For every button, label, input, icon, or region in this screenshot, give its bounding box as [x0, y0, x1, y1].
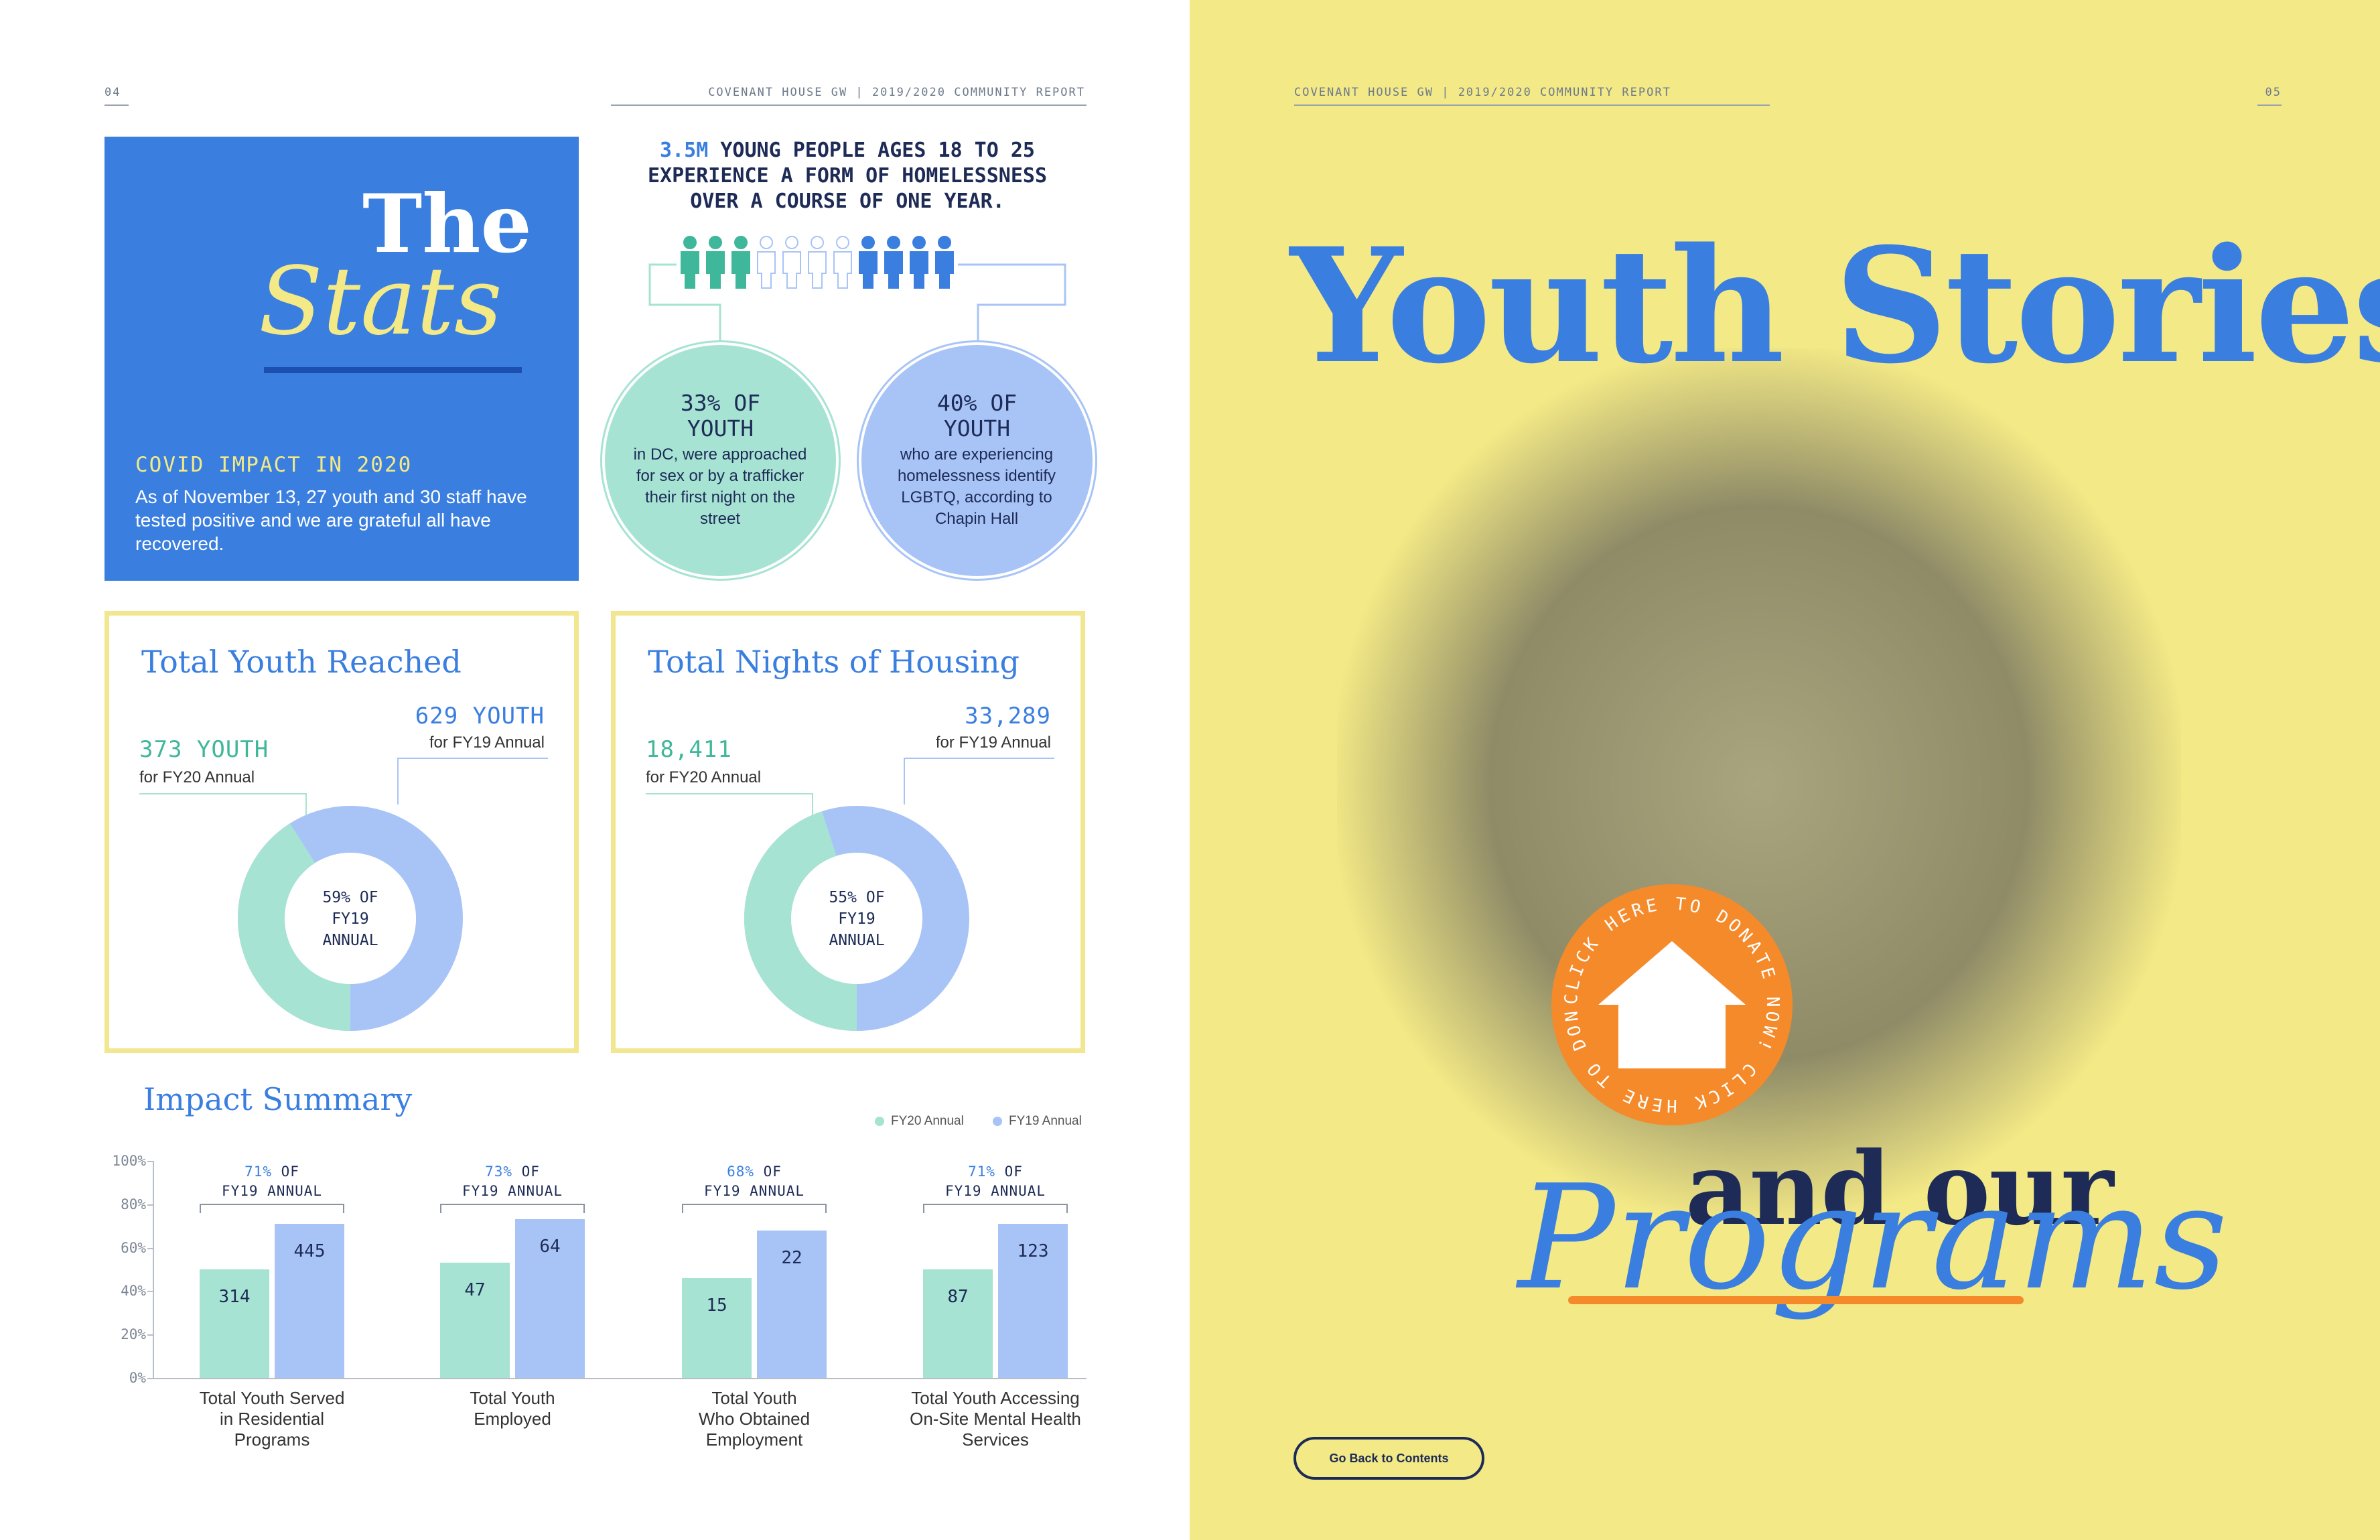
x-category-label: Total Youth Served in Residential Programs	[171, 1388, 372, 1450]
y-tick-mark	[147, 1247, 153, 1249]
x-category-line: Total Youth	[470, 1388, 555, 1408]
x-category-line: Services	[962, 1429, 1029, 1450]
y-axis-line	[153, 1161, 154, 1378]
x-category-line: Total Youth	[711, 1388, 797, 1408]
bracket-top	[682, 1204, 827, 1205]
y-tick-mark	[147, 1291, 153, 1293]
x-category-line: On-Site Mental Health	[910, 1409, 1081, 1429]
y-tick-mark	[147, 1334, 153, 1336]
y-tick-mark	[147, 1378, 153, 1379]
programs-underline	[1568, 1296, 2024, 1304]
y-tick-label: 40%	[121, 1283, 146, 1300]
bar-value-fy20: 87	[947, 1287, 969, 1307]
y-tick-label: 20%	[121, 1326, 146, 1343]
bar-value-fy19: 22	[781, 1247, 802, 1268]
bar-fy20	[923, 1269, 993, 1378]
x-category-line: Employed	[474, 1409, 551, 1429]
bar-fy20	[682, 1277, 752, 1378]
bracket-top	[923, 1204, 1068, 1205]
bracket-right	[583, 1204, 585, 1213]
running-head-right: COVENANT HOUSE GW | 2019/2020 COMMUNITY …	[1294, 86, 1671, 99]
bracket-left	[200, 1204, 201, 1213]
bar-pct-line2: FY19 ANNUAL	[944, 1183, 1046, 1199]
bar-pct-line2: FY19 ANNUAL	[703, 1183, 805, 1199]
x-category-line: Who Obtained	[698, 1409, 811, 1429]
bar-pct-label: 68% OF FY19 ANNUAL	[667, 1162, 841, 1201]
bar-pct-value: 68%	[727, 1164, 754, 1180]
right-page: COVENANT HOUSE GW | 2019/2020 COMMUNITY …	[1190, 0, 2380, 1540]
bar-pct-line1: 68% OF	[727, 1164, 782, 1180]
y-tick-mark	[147, 1204, 153, 1206]
bar-value-fy19: 64	[539, 1237, 561, 1257]
y-tick-label: 80%	[121, 1196, 146, 1212]
bar-value-fy19: 123	[1017, 1241, 1049, 1261]
x-category-label: Total Youth Who Obtained Employment	[654, 1388, 855, 1450]
bar-pct-line1: 71% OF	[968, 1164, 1023, 1180]
x-category-line: in Residential	[219, 1409, 325, 1429]
bar-fy20	[200, 1269, 269, 1378]
y-tick-label: 0%	[129, 1370, 146, 1386]
donate-badge[interactable]: CLICK HERE TO DONATE NOW! CLICK HERE TO …	[1538, 862, 1799, 1132]
bar-pct-line2: FY19 ANNUAL	[221, 1183, 323, 1199]
y-tick-label: 60%	[121, 1239, 146, 1256]
bracket-right	[825, 1204, 827, 1213]
bracket-left	[440, 1204, 441, 1213]
bar-value-fy20: 15	[706, 1295, 727, 1316]
y-tick-mark	[147, 1161, 153, 1162]
bracket-left	[682, 1204, 683, 1213]
bar-pct-label: 71% OF FY19 ANNUAL	[185, 1162, 359, 1201]
x-category-line: Total Youth Served	[199, 1388, 345, 1408]
left-page: 04 COVENANT HOUSE GW | 2019/2020 COMMUNI…	[0, 0, 1190, 1540]
bar-pct-line1: 71% OF	[244, 1164, 299, 1180]
running-head-right-rule	[1294, 104, 1770, 106]
youth-stories-title: Youth Stories	[1290, 214, 2380, 399]
bar-value-fy20: 314	[218, 1287, 251, 1307]
bar-pct-value: 71%	[244, 1164, 272, 1180]
donate-badge-graphic: CLICK HERE TO DONATE NOW! CLICK HERE TO …	[1538, 862, 1793, 1125]
x-category-label: Total Youth Employed	[412, 1388, 613, 1429]
bar-pct-value: 71%	[968, 1164, 995, 1180]
x-category-line: Programs	[234, 1429, 310, 1450]
y-tick-label: 100%	[112, 1153, 146, 1169]
x-category-label: Total Youth Accessing On-Site Mental Heal…	[895, 1388, 1096, 1450]
bracket-right	[343, 1204, 344, 1213]
bar-pct-label: 73% OF FY19 ANNUAL	[425, 1162, 600, 1201]
bar-value-fy20: 47	[464, 1280, 486, 1301]
x-category-line: Total Youth Accessing	[911, 1388, 1080, 1408]
bracket-right	[1066, 1204, 1068, 1213]
page-number-right: 05	[2265, 86, 2282, 99]
bracket-top	[440, 1204, 585, 1205]
bracket-left	[923, 1204, 924, 1213]
back-to-contents-button[interactable]: Go Back to Contents	[1293, 1437, 1484, 1480]
bar-value-fy19: 445	[293, 1241, 326, 1261]
bracket-top	[200, 1204, 344, 1205]
programs-text: Programs	[1518, 1153, 2228, 1322]
impact-chart: 100% 80% 60% 40% 20% 0% 314 445 71% OF FY19 ANNUA…	[0, 0, 1190, 1540]
bar-pct-label: 71% OF FY19 ANNUAL	[908, 1162, 1082, 1201]
bar-pct-line1: 73% OF	[485, 1164, 540, 1180]
x-axis-line	[153, 1378, 1087, 1379]
x-category-line: Employment	[705, 1429, 803, 1450]
page-number-right-rule	[2257, 104, 2282, 106]
bar-pct-value: 73%	[485, 1164, 512, 1180]
bar-pct-line2: FY19 ANNUAL	[462, 1183, 563, 1199]
